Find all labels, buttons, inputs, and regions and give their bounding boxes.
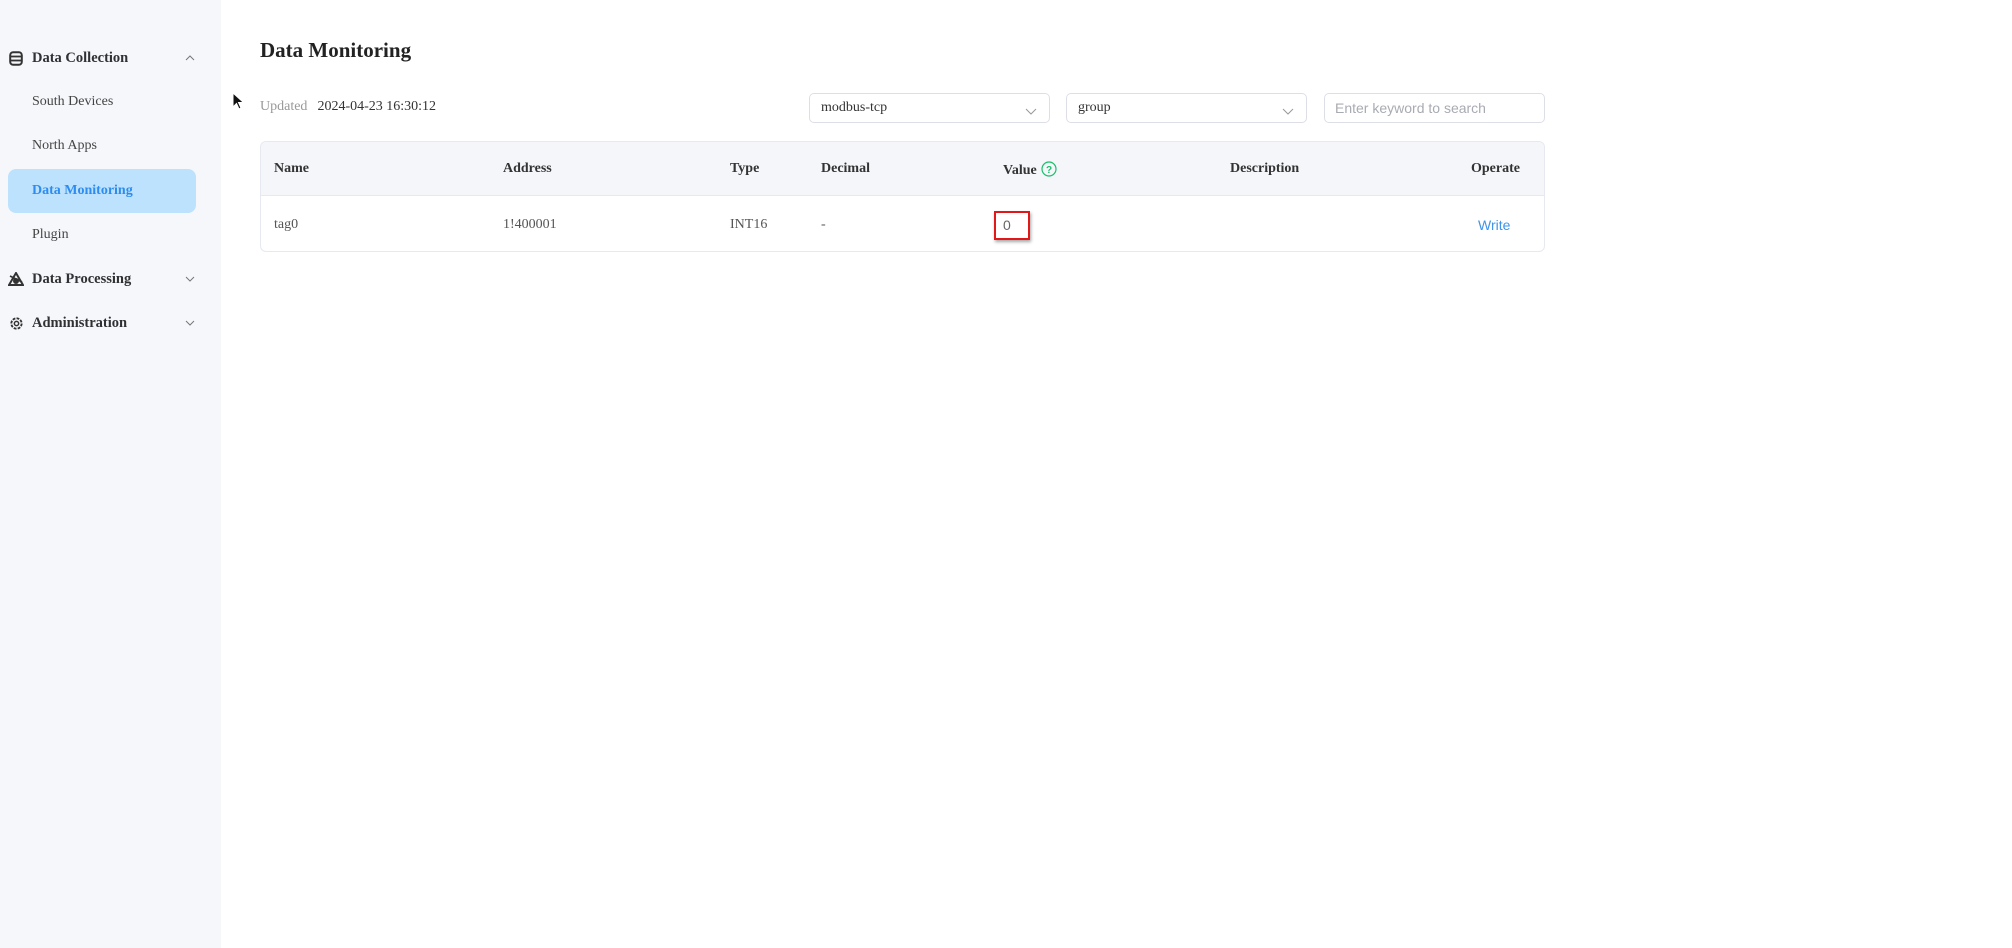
menu-group-administration[interactable]: Administration [0,301,221,345]
cell-value: 0 [1003,217,1011,233]
column-header-value-label: Value [1003,163,1037,178]
cell-type: INT16 [730,217,768,232]
group-select-value: group [1078,100,1111,115]
cell-value-highlight: 0 [994,211,1030,240]
chevron-down-icon [184,273,196,285]
node-select-value: modbus-tcp [821,100,888,115]
updated-timestamp: 2024-04-23 16:30:12 [317,99,437,114]
data-table: Name Address Type Decimal Value? Descrip… [260,141,1545,252]
menu-group-data-processing[interactable]: Data Processing [0,257,221,301]
sidebar-item-south-devices[interactable]: South Devices [8,80,196,124]
gear-icon [8,315,24,331]
sidebar-item-label: Data Monitoring [32,183,133,198]
sidebar-item-data-monitoring[interactable]: Data Monitoring [8,169,196,213]
search-input[interactable] [1324,93,1545,123]
cell-name: tag0 [274,217,299,232]
processing-icon [8,271,24,287]
write-button[interactable]: Write [1478,217,1510,233]
node-select[interactable]: modbus-tcp [809,93,1050,123]
column-header-name: Name [274,161,309,176]
chevron-up-icon [184,52,196,64]
sidebar: Data Collection South Devices North Apps… [0,0,221,948]
sidebar-item-label: Plugin [32,227,69,242]
table-header: Name Address Type Decimal Value? Descrip… [261,142,1544,196]
help-icon[interactable]: ? [1041,161,1057,182]
column-header-operate: Operate [1471,161,1520,176]
menu-group-label: Data Processing [32,270,132,287]
database-icon [8,50,24,66]
cell-address: 1!400001 [503,217,557,232]
group-select[interactable]: group [1066,93,1307,123]
svg-text:?: ? [1046,165,1052,176]
mouse-cursor-icon [232,91,246,112]
column-header-address: Address [503,161,552,176]
sidebar-item-plugin[interactable]: Plugin [8,213,196,257]
chevron-down-icon [184,317,196,329]
chevron-down-icon [1025,103,1037,115]
sidebar-item-label: South Devices [32,94,114,109]
column-header-description: Description [1230,161,1300,176]
cell-decimal: - [821,217,826,232]
menu-group-data-collection[interactable]: Data Collection [0,36,221,80]
sidebar-item-north-apps[interactable]: North Apps [8,124,196,168]
updated-label: Updated [260,99,308,114]
page-title: Data Monitoring [260,38,412,62]
column-header-value: Value? [1003,161,1057,182]
column-header-type: Type [730,161,760,176]
menu-group-label: Administration [32,314,128,331]
column-header-decimal: Decimal [821,161,870,176]
chevron-down-icon [1282,103,1294,115]
updated-info: Updated 2024-04-23 16:30:12 [260,99,436,115]
menu-group-label: Data Collection [32,49,129,66]
sidebar-item-label: North Apps [32,138,97,153]
